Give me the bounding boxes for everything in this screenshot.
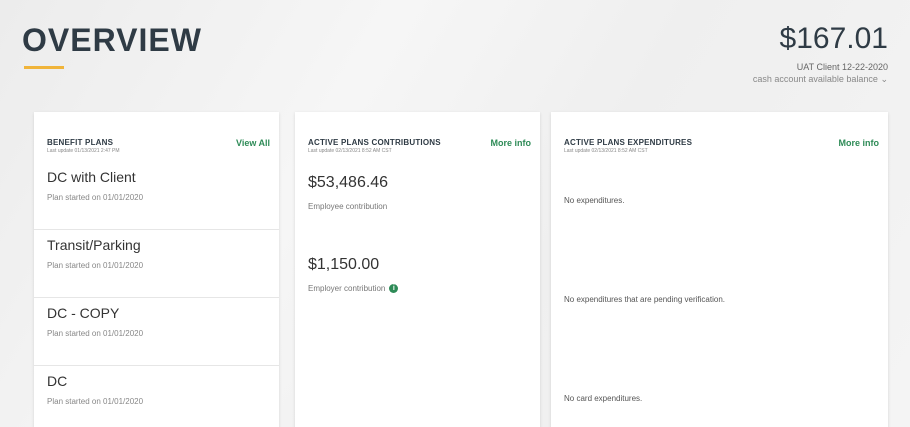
balance-account-selector[interactable]: cash account available balance ⌄ — [753, 74, 888, 85]
no-pending-expenditures-text: No expenditures that are pending verific… — [564, 295, 725, 304]
plan-list: DC with Client Plan started on 01/01/202… — [34, 162, 279, 427]
plan-name: DC - COPY — [47, 305, 120, 321]
expenditures-card: ACTIVE PLANS EXPENDITURES Last update 02… — [551, 112, 888, 427]
plan-item-dc[interactable]: DC Plan started on 01/01/2020 — [34, 366, 279, 427]
employee-contribution-label: Employee contribution — [308, 202, 388, 211]
plan-name: DC with Client — [47, 169, 136, 185]
card-header: ACTIVE PLANS EXPENDITURES Last update 02… — [564, 138, 879, 162]
page-title: OVERVIEW — [22, 22, 202, 58]
page-header: OVERVIEW $167.01 UAT Client 12-22-2020 c… — [0, 0, 910, 110]
last-update: Last update 01/13/2021 2:47 PM — [47, 148, 120, 154]
employer-contribution-label: Employer contribution — [308, 284, 386, 293]
info-icon[interactable]: i — [389, 284, 399, 294]
card-header: BENEFIT PLANS Last update 01/13/2021 2:4… — [47, 138, 270, 162]
last-update: Last update 02/13/2021 8:52 AM CST — [564, 148, 648, 154]
plan-start-date: Plan started on 01/01/2020 — [47, 261, 144, 270]
card-header: ACTIVE PLANS CONTRIBUTIONS Last update 0… — [308, 138, 531, 162]
plan-item-dc-copy[interactable]: DC - COPY Plan started on 01/01/2020 — [34, 298, 279, 366]
balance-label: cash account available balance — [752, 74, 878, 84]
no-card-expenditures-text: No card expenditures. — [564, 394, 643, 403]
client-name: UAT Client 12-22-2020 — [796, 62, 888, 72]
plan-start-date: Plan started on 01/01/2020 — [47, 397, 144, 406]
title-underline — [24, 66, 64, 69]
chevron-down-icon: ⌄ — [880, 74, 888, 84]
card-title: ACTIVE PLANS EXPENDITURES — [564, 138, 693, 147]
more-info-link[interactable]: More info — [839, 138, 880, 148]
plan-start-date: Plan started on 01/01/2020 — [47, 329, 144, 338]
more-info-link[interactable]: More info — [491, 138, 532, 148]
no-expenditures-text: No expenditures. — [564, 196, 625, 205]
last-update: Last update 02/13/2021 8:52 AM CST — [308, 148, 392, 154]
employer-contribution-amount: $1,150.00 — [308, 256, 380, 273]
plan-start-date: Plan started on 01/01/2020 — [47, 193, 144, 202]
benefit-plans-card: BENEFIT PLANS Last update 01/13/2021 2:4… — [34, 112, 279, 427]
employer-contribution-row: Employer contribution i — [308, 284, 399, 294]
account-balance: $167.01 — [779, 22, 888, 55]
contributions-card: ACTIVE PLANS CONTRIBUTIONS Last update 0… — [295, 112, 540, 427]
plan-name: Transit/Parking — [47, 237, 141, 253]
plan-item-dc-with-client[interactable]: DC with Client Plan started on 01/01/202… — [34, 162, 279, 230]
employee-contribution-amount: $53,486.46 — [308, 174, 389, 191]
view-all-link[interactable]: View All — [236, 138, 270, 148]
plan-item-transit-parking[interactable]: Transit/Parking Plan started on 01/01/20… — [34, 230, 279, 298]
plan-name: DC — [47, 373, 68, 389]
